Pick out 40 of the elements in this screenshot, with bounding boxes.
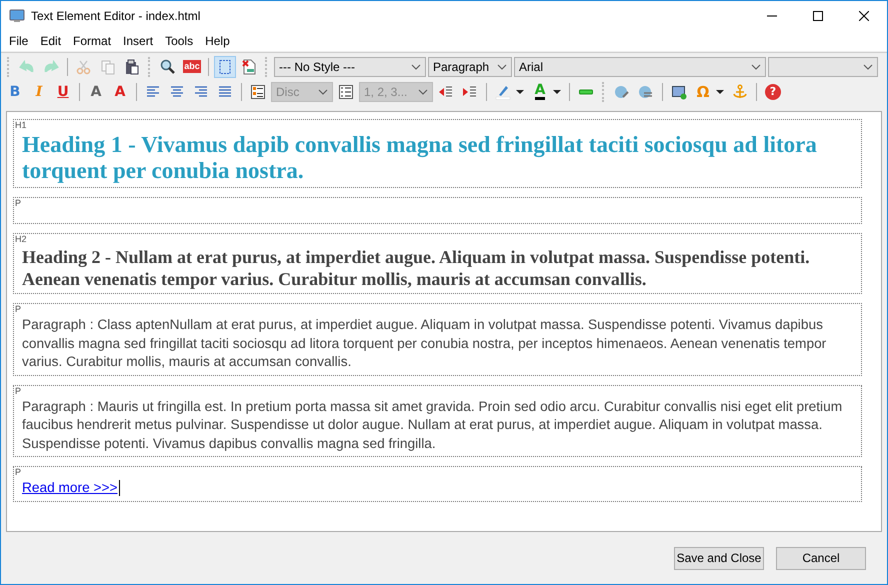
block-tag: P: [15, 304, 22, 314]
block-tag: P: [15, 467, 22, 477]
maximize-icon[interactable]: [813, 11, 823, 21]
menu-item[interactable]: Edit: [34, 34, 68, 48]
chevron-down-icon[interactable]: [411, 64, 421, 70]
paragraph-text: Paragraph : Mauris ut fringilla est. In pretium porta massa sit amet gravida. Proin sed odio arcu. Curabitur convallis nisi eget elit pretium faucibus hendrerit metus pulvinar. Suspendisse ut dolor augue. Nullam at erat purus, at imperdiet augue. Aliquam in volutpat massa. Suspendisse potenti. Vivamus dapibus convallis magna sed fringilla.: [22, 398, 844, 453]
close-icon[interactable]: [859, 11, 869, 21]
heading-text: Heading 2 - Nullam at erat purus, at imperdiet augue. Aliquam in volutpat massa. Suspendisse potenti. Aenean venenatis tempor varius. Curabitur mollis, mauris at accumsan convallis.: [22, 246, 811, 290]
heading-text: Heading 1 - Vivamus dapib convallis magna sed fringillat taciti sociosqu ad litora torquent per conubia nostra.: [22, 132, 818, 184]
menu-item[interactable]: Insert: [117, 34, 160, 48]
menu-item[interactable]: Format: [67, 34, 118, 48]
block-frame[interactable]: H2 Heading 2 - Nullam at erat purus, at imperdiet augue. Aliquam in volutpat massa. Suspendisse potenti. Aenean venenatis tempor varius. Curabitur mollis, mauris at accumsan convallis.: [13, 233, 862, 294]
caret-icon[interactable]: [716, 90, 724, 94]
caret-icon[interactable]: [553, 90, 561, 94]
block-frame[interactable]: P Read more >>>: [13, 466, 862, 502]
chevron-down-icon[interactable]: [863, 64, 873, 70]
chevron-down-icon[interactable]: [751, 64, 761, 70]
block-frame[interactable]: [13, 303, 862, 376]
paragraph-text: Paragraph : Class aptenNullam at erat purus, at imperdiet augue. Aliquam in volutpat massa. Suspendisse potenti. Vivamus dapibus convallis magna sed fringillat taciti sociosqu ad litora torquent per conubia nostra, per inceptos himenaeos. Aenean venenatis tempor varius. Curabitur mollis, mauris at accumsan convallis.: [22, 316, 828, 371]
save-button[interactable]: Save and Close: [674, 546, 764, 570]
chevron-down-icon[interactable]: [497, 64, 507, 70]
menu-item[interactable]: Help: [199, 34, 236, 48]
block-tag: P: [15, 386, 22, 396]
block-tag: H1: [15, 120, 27, 130]
menu-item[interactable]: File: [3, 34, 34, 48]
block-frame[interactable]: P: [13, 197, 862, 224]
cancel-button[interactable]: Cancel: [776, 546, 866, 570]
menu-item[interactable]: Tools: [159, 34, 200, 48]
block-tag: H2: [15, 234, 27, 244]
caret-icon[interactable]: [516, 90, 524, 94]
dropdown[interactable]: --- No Style ---: [274, 56, 426, 76]
block-tag: P: [15, 198, 22, 208]
dropdown[interactable]: Paragraph: [428, 56, 512, 76]
dropdown[interactable]: Arial: [514, 56, 766, 76]
block-frame[interactable]: H1 Heading 1 - Vivamus dapib convallis magna sed fringillat taciti sociosqu ad litora torquent per conubia nostra.: [13, 119, 862, 188]
window-title: Text Element Editor - index.html: [31, 9, 200, 23]
block-frame[interactable]: [13, 384, 862, 457]
app-icon: [9, 8, 25, 24]
dashed-frame-icon[interactable]: [214, 56, 236, 78]
read-more-link[interactable]: Read more >>>: [22, 479, 118, 498]
